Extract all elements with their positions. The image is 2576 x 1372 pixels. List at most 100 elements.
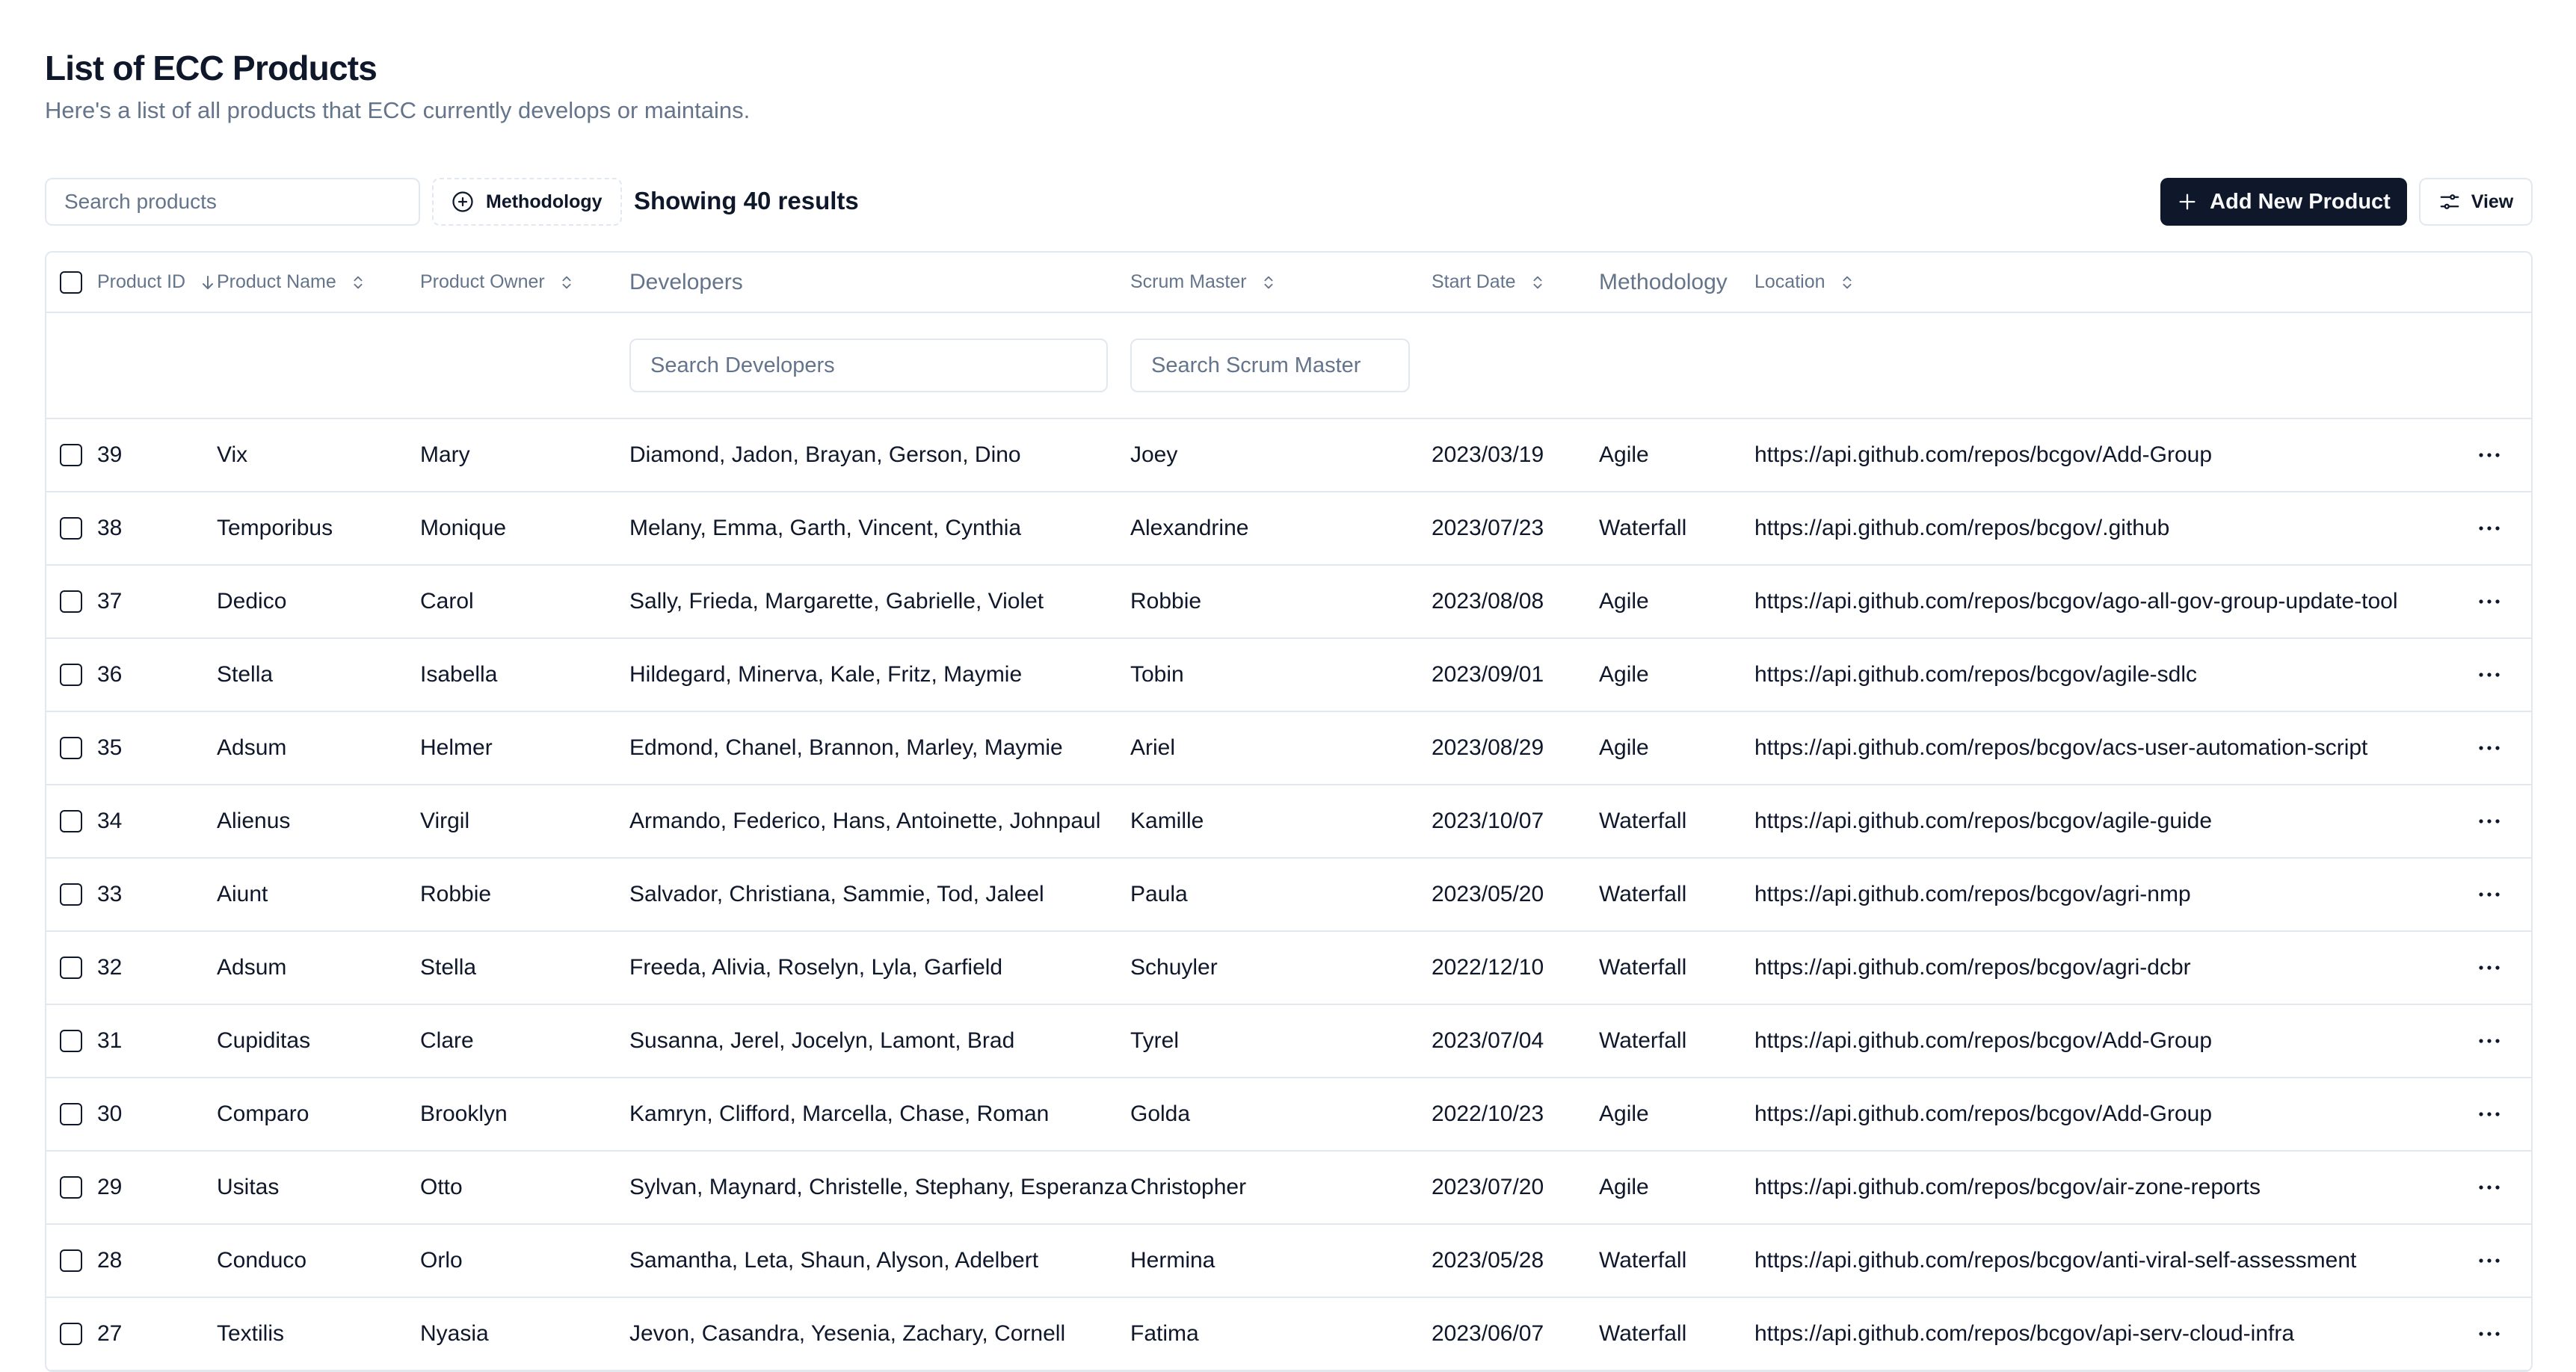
developers: Salvador, Christiana, Sammie, Tod, Jalee… — [629, 882, 1044, 906]
more-horizontal-icon[interactable] — [2429, 1258, 2531, 1264]
cell-actions — [2429, 1224, 2531, 1297]
row-select-checkbox[interactable] — [60, 957, 82, 979]
cell-product-id: 35 — [46, 711, 217, 785]
add-new-product-button[interactable]: Add New Product — [2160, 178, 2407, 226]
row-select-checkbox[interactable] — [60, 1176, 82, 1199]
table-row[interactable]: 29 Usitas Otto Sylvan, Maynard, Christelle,… — [46, 1151, 2531, 1224]
table-row[interactable]: 28 Conduco Orlo Samantha, Leta, Shaun, Alys… — [46, 1224, 2531, 1297]
row-select-checkbox[interactable] — [60, 1030, 82, 1052]
column-header-start-date[interactable]: Start Date — [1432, 253, 1599, 312]
product-name: Dedico — [217, 589, 287, 614]
more-horizontal-icon[interactable] — [2429, 965, 2531, 971]
table-row[interactable]: 38 Temporibus Monique Melany, Emma, Garth, … — [46, 492, 2531, 565]
start-date: 2023/10/07 — [1432, 809, 1544, 833]
row-select-checkbox[interactable] — [60, 1249, 82, 1272]
more-horizontal-icon[interactable] — [2429, 745, 2531, 751]
row-select-checkbox[interactable] — [60, 517, 82, 540]
table-row[interactable]: 32 Adsum Stella Freeda, Alivia, Roselyn, Ly… — [46, 931, 2531, 1004]
column-header-scrum-master[interactable]: Scrum Master — [1130, 253, 1432, 312]
developers: Kamryn, Clifford, Marcella, Chase, Roman — [629, 1101, 1050, 1126]
more-horizontal-icon[interactable] — [2429, 672, 2531, 678]
product-owner: Virgil — [420, 809, 470, 833]
search-developers-input[interactable] — [629, 339, 1108, 392]
row-select-checkbox[interactable] — [60, 1103, 82, 1125]
cell-product-id: 31 — [46, 1004, 217, 1078]
product-name: Conduco — [217, 1248, 307, 1273]
location: https://api.github.com/repos/bcgov/agile… — [1754, 809, 2213, 833]
product-owner: Otto — [420, 1175, 463, 1199]
location: https://api.github.com/repos/bcgov/agri-… — [1754, 955, 2191, 980]
row-select-checkbox[interactable] — [60, 664, 82, 686]
view-options-button[interactable]: View — [2419, 178, 2533, 226]
row-select-checkbox[interactable] — [60, 883, 82, 906]
cell-product-id: 29 — [46, 1151, 217, 1224]
start-date: 2023/07/20 — [1432, 1175, 1544, 1199]
cell-product-id: 36 — [46, 638, 217, 711]
search-scrum-master-input[interactable] — [1130, 339, 1410, 392]
methodology-filter-button[interactable]: Methodology — [432, 178, 622, 226]
more-horizontal-icon[interactable] — [2429, 452, 2531, 458]
start-date: 2023/09/01 — [1432, 662, 1544, 687]
table-row[interactable]: 35 Adsum Helmer Edmond, Chanel, Brannon, Ma… — [46, 711, 2531, 785]
column-label: Methodology — [1599, 269, 1728, 294]
column-header-actions — [2429, 253, 2531, 312]
results-count: Showing 40 results — [634, 187, 859, 214]
cell-actions — [2429, 1004, 2531, 1078]
column-label: Developers — [629, 269, 743, 294]
cell-product-id: 38 — [46, 492, 217, 565]
column-header-methodology: Methodology — [1599, 253, 1754, 312]
table-row[interactable]: 27 Textilis Nyasia Jevon, Casandra, Yesenia… — [46, 1297, 2531, 1371]
select-all-checkbox[interactable] — [60, 271, 82, 294]
more-horizontal-icon[interactable] — [2429, 1184, 2531, 1190]
more-horizontal-icon[interactable] — [2429, 1038, 2531, 1044]
scrum-master: Hermina — [1130, 1248, 1215, 1273]
more-horizontal-icon[interactable] — [2429, 818, 2531, 824]
developers: Freeda, Alivia, Roselyn, Lyla, Garfield — [629, 955, 1003, 980]
methodology: Waterfall — [1599, 955, 1687, 980]
product-name: Usitas — [217, 1175, 280, 1199]
row-select-checkbox[interactable] — [60, 1323, 82, 1345]
methodology-filter-label: Methodology — [486, 191, 603, 212]
product-id: 33 — [97, 882, 123, 906]
developers: Edmond, Chanel, Brannon, Marley, Maymie — [629, 735, 1063, 760]
table-row[interactable]: 34 Alienus Virgil Armando, Federico, Hans, … — [46, 785, 2531, 858]
row-select-checkbox[interactable] — [60, 810, 82, 832]
row-select-checkbox[interactable] — [60, 444, 82, 466]
start-date: 2023/07/23 — [1432, 516, 1544, 540]
column-header-product-owner[interactable]: Product Owner — [420, 253, 629, 312]
row-select-checkbox[interactable] — [60, 590, 82, 613]
product-id: 35 — [97, 735, 123, 760]
column-label: Product Owner — [420, 271, 545, 292]
more-horizontal-icon[interactable] — [2429, 599, 2531, 605]
methodology: Waterfall — [1599, 882, 1687, 906]
plus-icon — [2179, 194, 2196, 210]
cell-product-id: 32 — [46, 931, 217, 1004]
table-row[interactable]: 33 Aiunt Robbie Salvador, Christiana, Sammi… — [46, 858, 2531, 931]
more-horizontal-icon[interactable] — [2429, 892, 2531, 897]
product-owner: Robbie — [420, 882, 492, 906]
start-date: 2023/07/04 — [1432, 1028, 1544, 1053]
more-horizontal-icon[interactable] — [2429, 525, 2531, 531]
column-header-product-id[interactable]: Product ID — [46, 253, 217, 312]
table-row[interactable]: 30 Comparo Brooklyn Kamryn, Clifford, Marce… — [46, 1078, 2531, 1151]
products-page: List of ECC Products Here's a list of al… — [45, 0, 2533, 1372]
methodology: Agile — [1599, 735, 1649, 760]
row-select-checkbox[interactable] — [60, 737, 82, 759]
column-header-product-name[interactable]: Product Name — [217, 253, 420, 312]
cell-product-id: 34 — [46, 785, 217, 858]
table-row[interactable]: 31 Cupiditas Clare Susanna, Jerel, Jocelyn,… — [46, 1004, 2531, 1078]
table-row[interactable]: 37 Dedico Carol Sally, Frieda, Margarette, … — [46, 565, 2531, 638]
more-horizontal-icon[interactable] — [2429, 1111, 2531, 1117]
chevrons-up-down-icon — [1839, 274, 1855, 291]
column-header-location[interactable]: Location — [1754, 253, 2429, 312]
view-label: View — [2471, 191, 2514, 212]
table-row[interactable]: 39 Vix Mary Diamond, Jadon, Brayan, Gerson,… — [46, 418, 2531, 492]
search-products-input[interactable] — [45, 178, 420, 226]
table-header-row: Product ID Product Name Product Owner De… — [46, 253, 2531, 312]
scrum-master: Kamille — [1130, 809, 1204, 833]
methodology: Agile — [1599, 442, 1649, 467]
table-row[interactable]: 36 Stella Isabella Hildegard, Minerva, Kale… — [46, 638, 2531, 711]
more-horizontal-icon[interactable] — [2429, 1331, 2531, 1337]
scrum-master: Robbie — [1130, 589, 1202, 614]
scrum-master: Schuyler — [1130, 955, 1218, 980]
